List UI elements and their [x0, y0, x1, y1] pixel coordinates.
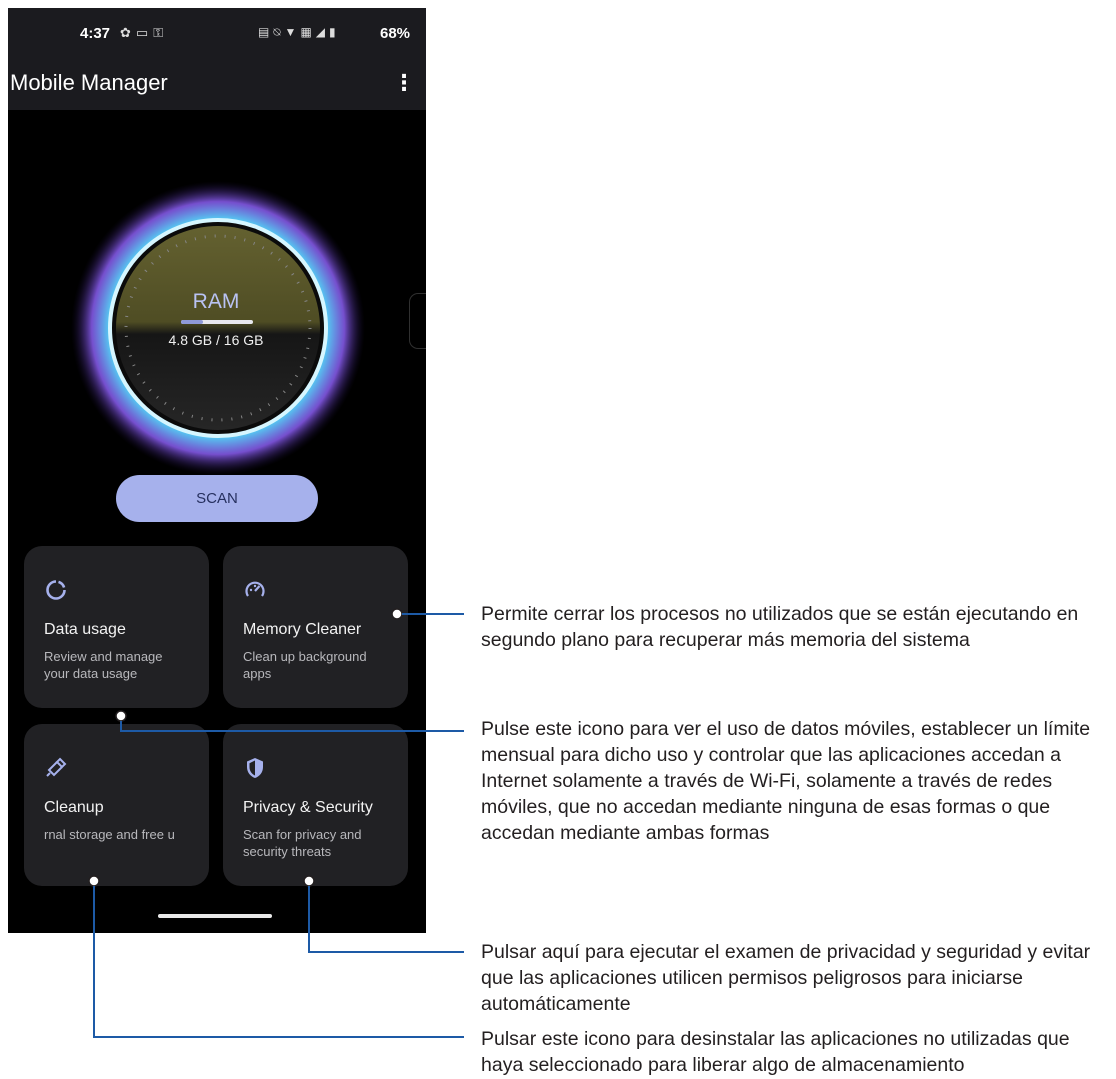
callout-lines: [88, 608, 464, 1038]
callout-line-data-usage: [120, 721, 464, 732]
callout-cleanup: Pulsar este icono para desinstalar las a…: [481, 1028, 1070, 1076]
callout-dot-data-usage: [115, 710, 127, 722]
callout-privacy-security: Pulsar aquí para ejecutar el examen de p…: [481, 941, 1091, 1015]
callout-dot-privacy: [303, 875, 315, 887]
callout-dot-cleanup: [88, 875, 100, 887]
callout-dot-memory-cleaner: [391, 608, 403, 620]
callout-line-cleanup: [93, 886, 464, 1038]
callout-memory-cleaner: Permite cerrar los procesos no utilizado…: [481, 603, 1079, 651]
callout-data-usage: Pulse este icono para ver el uso de dato…: [481, 718, 1091, 844]
callout-line-privacy: [308, 886, 464, 953]
